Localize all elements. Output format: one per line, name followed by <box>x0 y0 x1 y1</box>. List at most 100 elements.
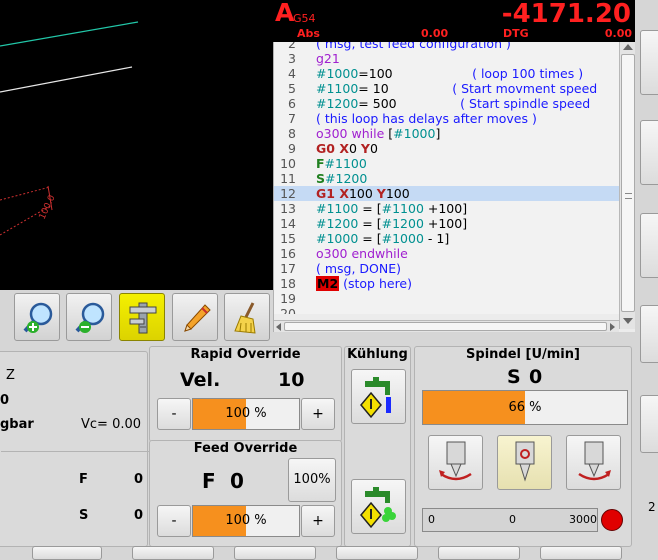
tool-view-button[interactable] <box>119 293 165 341</box>
zero-value: 0 <box>0 393 10 408</box>
code-token: Y <box>360 141 370 156</box>
code-token: #1100 <box>381 201 424 216</box>
code-text: #1100= 10 ( Start movment speed <box>316 81 597 96</box>
vel-value: 10 <box>278 369 305 391</box>
feed-minus-button[interactable]: - <box>157 505 191 537</box>
spindle-cw-button[interactable] <box>566 435 621 490</box>
gcode-preview[interactable]: 100.0 <box>0 0 273 290</box>
line-number: 18 <box>280 276 296 291</box>
code-line[interactable]: 12 G1 X100 Y100 <box>274 186 619 201</box>
vertical-scrollbar[interactable] <box>619 42 635 329</box>
clear-plot-button[interactable] <box>224 293 270 341</box>
bottom-button-1[interactable] <box>32 546 102 560</box>
code-line[interactable]: 9 G0 X0 Y0 <box>274 141 619 156</box>
code-token: S <box>316 171 326 186</box>
spindle-override-percent: 66 % <box>508 400 542 415</box>
scroll-right-icon[interactable] <box>610 323 615 331</box>
scroll-left-icon[interactable] <box>276 323 281 331</box>
code-line[interactable]: 11 S#1200 <box>274 171 619 186</box>
feed-plus-button[interactable]: + <box>301 505 335 537</box>
rapid-override-bar[interactable]: 100 % <box>192 398 300 430</box>
side-button-5[interactable] <box>640 395 658 453</box>
line-number: 6 <box>288 96 296 111</box>
code-line[interactable]: 2 ( msg, test feed configuration ) <box>274 42 619 51</box>
pencil-icon <box>184 304 211 332</box>
code-line[interactable]: 19 <box>274 291 619 306</box>
code-token: ( loop 100 times ) <box>392 66 584 81</box>
code-token: #1200 <box>316 96 359 111</box>
scroll-down-icon[interactable] <box>623 318 633 324</box>
coolant-mist-button[interactable] <box>351 369 406 424</box>
code-token: +100] <box>423 216 468 231</box>
vertical-scroll-thumb[interactable] <box>621 54 635 312</box>
side-button-1[interactable] <box>640 30 658 95</box>
code-line[interactable]: 4 #1000=100 ( loop 100 times ) <box>274 66 619 81</box>
speed-value: 0 <box>134 508 144 523</box>
bottom-button-3[interactable] <box>234 546 316 560</box>
scroll-up-icon[interactable] <box>623 44 633 50</box>
bottom-button-4[interactable] <box>336 546 418 560</box>
zoom-in-button[interactable] <box>14 293 60 341</box>
bottom-button-2[interactable] <box>132 546 214 560</box>
spindle-override-bar[interactable]: 66 % <box>422 390 628 425</box>
feed-override-value: 0 <box>230 469 244 493</box>
code-line[interactable]: 8 o300 while [#1000] <box>274 126 619 141</box>
spindle-ccw-button[interactable] <box>428 435 483 490</box>
code-text: o300 endwhile <box>316 246 408 261</box>
code-line[interactable]: 6 #1200= 500 ( Start spindle speed <box>274 96 619 111</box>
code-line[interactable]: 10 F#1100 <box>274 156 619 171</box>
bottom-button-6[interactable] <box>540 546 622 560</box>
side-button-3[interactable] <box>640 213 658 278</box>
code-text: M2 (stop here) <box>316 276 412 291</box>
spindle-value: 0 <box>529 366 543 388</box>
code-line[interactable]: 13 #1100 = [#1100 +100] <box>274 201 619 216</box>
horizontal-scroll-thumb[interactable] <box>284 322 607 331</box>
edge-text: 2 <box>648 500 656 514</box>
side-button-2[interactable] <box>640 120 658 185</box>
code-line[interactable]: 14 #1200 = [#1200 +100] <box>274 216 619 231</box>
code-line[interactable]: 18 M2 (stop here) <box>274 276 619 291</box>
rapid-minus-button[interactable]: - <box>157 398 191 430</box>
spindle-stop-button[interactable] <box>497 435 552 490</box>
code-token: #1100 <box>316 201 359 216</box>
code-line[interactable]: 7 ( this loop has delays after moves ) <box>274 111 619 126</box>
coolant-flood-button[interactable] <box>351 479 406 534</box>
mode-label: gbar <box>0 417 34 432</box>
code-token: = [ <box>358 201 382 216</box>
gcode-editor[interactable]: 2 ( msg, test feed configuration ) 3 g21 4 #1… <box>273 42 635 332</box>
side-button-4[interactable] <box>640 305 658 363</box>
code-text: ( msg, test feed configuration ) <box>316 42 511 51</box>
code-line[interactable]: 16 o300 endwhile <box>274 246 619 261</box>
zoom-out-button[interactable] <box>66 293 112 341</box>
feed-override-panel: Feed Override F 0 100% - 100 % + <box>149 440 342 547</box>
bottom-button-5[interactable] <box>438 546 520 560</box>
code-text: g21 <box>316 51 340 66</box>
code-token: ( msg, DONE) <box>316 261 402 276</box>
code-text: F#1100 <box>316 156 367 171</box>
dro-value: -4171.20 <box>501 0 631 29</box>
rapid-plus-button[interactable]: + <box>301 398 335 430</box>
spindle-stop-icon <box>515 441 535 482</box>
code-token: = [ <box>358 231 382 246</box>
zoom-in-icon <box>23 302 53 333</box>
code-line[interactable]: 5 #1100= 10 ( Start movment speed <box>274 81 619 96</box>
code-token: X <box>339 186 349 201</box>
code-line[interactable]: 17 ( msg, DONE) <box>274 261 619 276</box>
feed-override-bar[interactable]: 100 % <box>192 505 300 537</box>
code-line[interactable]: 15 #1000 = [#1000 - 1] <box>274 231 619 246</box>
code-line[interactable]: 20 <box>274 306 619 314</box>
vc-readout: Vc= 0.00 <box>81 417 142 432</box>
horizontal-scrollbar[interactable] <box>274 320 619 332</box>
code-lines[interactable]: 2 ( msg, test feed configuration ) 3 g21 4 #1… <box>274 42 619 314</box>
coolant-title: Kühlung <box>347 347 408 362</box>
feed-value: 0 <box>134 472 144 487</box>
code-text: #1200= 500 ( Start spindle speed <box>316 96 590 111</box>
code-token: = 500 <box>358 96 397 111</box>
feed-reset-button[interactable]: 100% <box>288 458 336 502</box>
coolant-flood-icon <box>360 487 396 529</box>
edit-button[interactable] <box>172 293 218 341</box>
code-line[interactable]: 3 g21 <box>274 51 619 66</box>
speed-label: S <box>79 508 89 523</box>
code-text: o300 while [#1000] <box>316 126 440 141</box>
feed-override-title: Feed Override <box>193 441 298 456</box>
